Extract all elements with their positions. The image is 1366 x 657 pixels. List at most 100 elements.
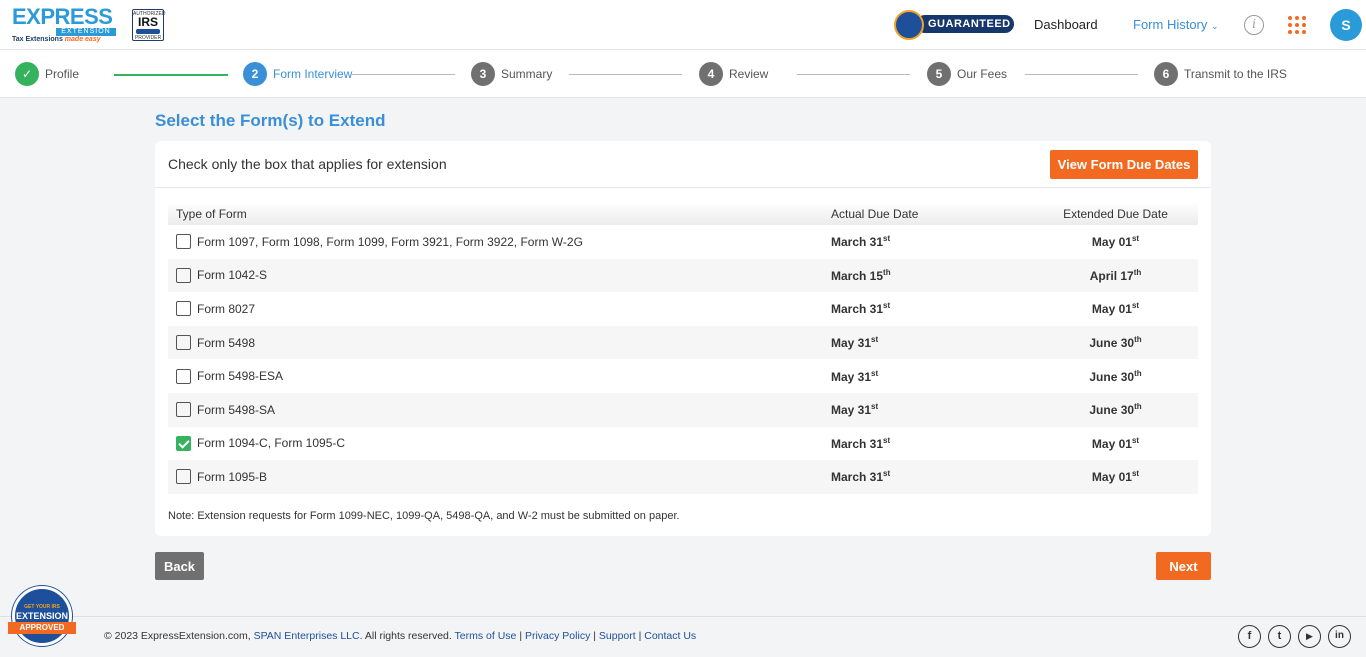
actual-date-suffix: st: [883, 469, 891, 479]
step-connector: [1025, 74, 1138, 75]
actual-date-text: March 15: [831, 268, 884, 283]
form-checkbox[interactable]: [176, 435, 191, 451]
actual-date-text: March 31: [831, 302, 884, 317]
logo-text: EXPRESS: [12, 4, 113, 29]
actual-date-text: May 31: [831, 336, 872, 351]
step-form-interview[interactable]: 2 Form Interview: [243, 62, 352, 86]
form-name: Form 5498-ESA: [197, 369, 284, 384]
table-header: Type of Form Actual Due Date Extended Du…: [168, 202, 1198, 225]
nav-dashboard[interactable]: Dashboard: [1034, 17, 1098, 32]
linkedin-icon[interactable]: in: [1328, 625, 1351, 648]
table-row: Form 5498-SA May 31st June 30th: [168, 392, 1198, 427]
actual-due-date: March 31st: [823, 436, 1033, 451]
irs-badge-bottom: PROVIDER: [134, 35, 162, 41]
form-checkbox[interactable]: [176, 301, 191, 317]
table-row: Form 8027 March 31st May 01st: [168, 292, 1198, 326]
actual-due-date: May 31st: [823, 369, 1033, 384]
apps-grid-icon[interactable]: [1288, 16, 1306, 34]
table-row: Form 5498-ESA May 31st June 30th: [168, 359, 1198, 393]
user-avatar[interactable]: S: [1330, 9, 1362, 41]
actual-date-suffix: st: [883, 301, 891, 311]
extended-date-text: June 30: [1089, 369, 1135, 384]
extension-approved-badge: GET YOUR IRS EXTENSION APPROVED: [8, 586, 76, 652]
company-link[interactable]: SPAN Enterprises LLC.: [254, 630, 363, 642]
extended-due-date: June 30th: [1033, 335, 1198, 350]
step-label: Transmit to the IRS: [1184, 67, 1287, 81]
step-summary[interactable]: 3 Summary: [471, 62, 552, 86]
contact-link[interactable]: Contact Us: [644, 630, 696, 642]
step-connector: [114, 74, 228, 76]
extended-date-suffix: th: [1134, 335, 1142, 345]
form-checkbox[interactable]: [176, 368, 191, 384]
form-cell: Form 5498-SA: [168, 402, 823, 418]
twitter-icon[interactable]: t: [1268, 625, 1291, 648]
extended-due-date: April 17th: [1033, 268, 1198, 283]
actual-date-text: May 31: [831, 403, 872, 418]
step-label: Summary: [501, 67, 553, 81]
step-profile[interactable]: ✓ Profile: [15, 62, 79, 86]
top-header: EXPRESS EXTENSION Tax Extensions made ea…: [0, 0, 1366, 50]
next-button[interactable]: Next: [1156, 552, 1211, 580]
column-header: Extended Due Date: [1063, 206, 1168, 221]
extended-date-suffix: st: [1131, 301, 1140, 311]
column-header: Actual Due Date: [831, 206, 919, 221]
guaranteed-label: GUARANTEED: [916, 15, 1014, 33]
step-number: 5: [927, 62, 951, 86]
actual-due-date: May 31st: [823, 402, 1033, 417]
actual-date-suffix: st: [871, 402, 879, 412]
extended-date-text: May 01: [1091, 436, 1132, 451]
step-number: 2: [243, 62, 267, 86]
form-checkbox[interactable]: [176, 335, 191, 351]
extended-date-text: May 01: [1091, 470, 1132, 485]
actual-date-text: March 31: [831, 436, 884, 451]
form-cell: Form 1094-C, Form 1095-C: [168, 435, 823, 451]
terms-link[interactable]: Terms of Use: [455, 630, 517, 642]
facebook-icon[interactable]: f: [1238, 625, 1261, 648]
extended-due-date: May 01st: [1033, 436, 1198, 451]
irs-badge-main: IRS: [137, 15, 158, 29]
actual-date-text: March 31: [831, 235, 884, 250]
step-label: Form Interview: [273, 67, 353, 81]
step-label: Our Fees: [957, 67, 1008, 81]
form-cell: Form 1042-S: [168, 267, 823, 283]
info-icon[interactable]: i: [1244, 15, 1264, 35]
form-name: Form 1094-C, Form 1095-C: [197, 436, 346, 451]
logo-bar: EXTENSION: [56, 28, 116, 36]
logo-tagline: Tax Extensions: [12, 36, 63, 43]
table-row: Form 1097, Form 1098, Form 1099, Form 39…: [168, 225, 1198, 259]
actual-due-date: March 31st: [823, 234, 1033, 249]
extended-date-suffix: st: [1131, 234, 1140, 244]
extended-due-date: May 01st: [1033, 234, 1198, 249]
step-transmit[interactable]: 6 Transmit to the IRS: [1154, 62, 1287, 86]
step-our-fees[interactable]: 5 Our Fees: [927, 62, 1007, 86]
actual-due-date: May 31st: [823, 335, 1033, 350]
privacy-link[interactable]: Privacy Policy: [525, 630, 590, 642]
footer-copyright: © 2023 ExpressExtension.com, SPAN Enterp…: [104, 630, 697, 642]
nav-form-history[interactable]: Form History ⌄: [1133, 17, 1219, 32]
form-checkbox[interactable]: [176, 402, 191, 418]
actual-date-suffix: st: [871, 335, 879, 345]
nav-form-history-label: Form History: [1133, 17, 1208, 32]
form-checkbox[interactable]: [176, 267, 191, 283]
express-extension-logo[interactable]: EXPRESS EXTENSION Tax Extensions made ea…: [12, 6, 116, 44]
youtube-icon[interactable]: ▶: [1298, 625, 1321, 648]
table-row: Form 1095-B March 31st May 01st: [168, 460, 1198, 494]
extended-date-suffix: st: [1131, 435, 1140, 445]
view-form-due-dates-button[interactable]: View Form Due Dates: [1050, 150, 1198, 179]
actual-date-suffix: st: [883, 435, 891, 445]
extended-due-date: May 01st: [1033, 301, 1198, 316]
step-review[interactable]: 4 Review: [699, 62, 768, 86]
actual-date-text: May 31: [831, 369, 872, 384]
rights-text: All rights reserved.: [364, 630, 452, 642]
back-button[interactable]: Back: [155, 552, 204, 580]
extended-date-text: May 01: [1091, 302, 1132, 317]
extended-date-suffix: th: [1134, 402, 1142, 412]
form-checkbox[interactable]: [176, 469, 191, 485]
step-label: Profile: [45, 67, 80, 81]
forms-table: Type of Form Actual Due Date Extended Du…: [168, 202, 1198, 494]
efile-bar-icon: [136, 29, 160, 34]
table-row: Form 1042-S March 15th April 17th: [168, 258, 1198, 293]
form-checkbox[interactable]: [176, 234, 191, 250]
support-link[interactable]: Support: [599, 630, 636, 642]
extended-date-text: June 30: [1089, 403, 1135, 418]
